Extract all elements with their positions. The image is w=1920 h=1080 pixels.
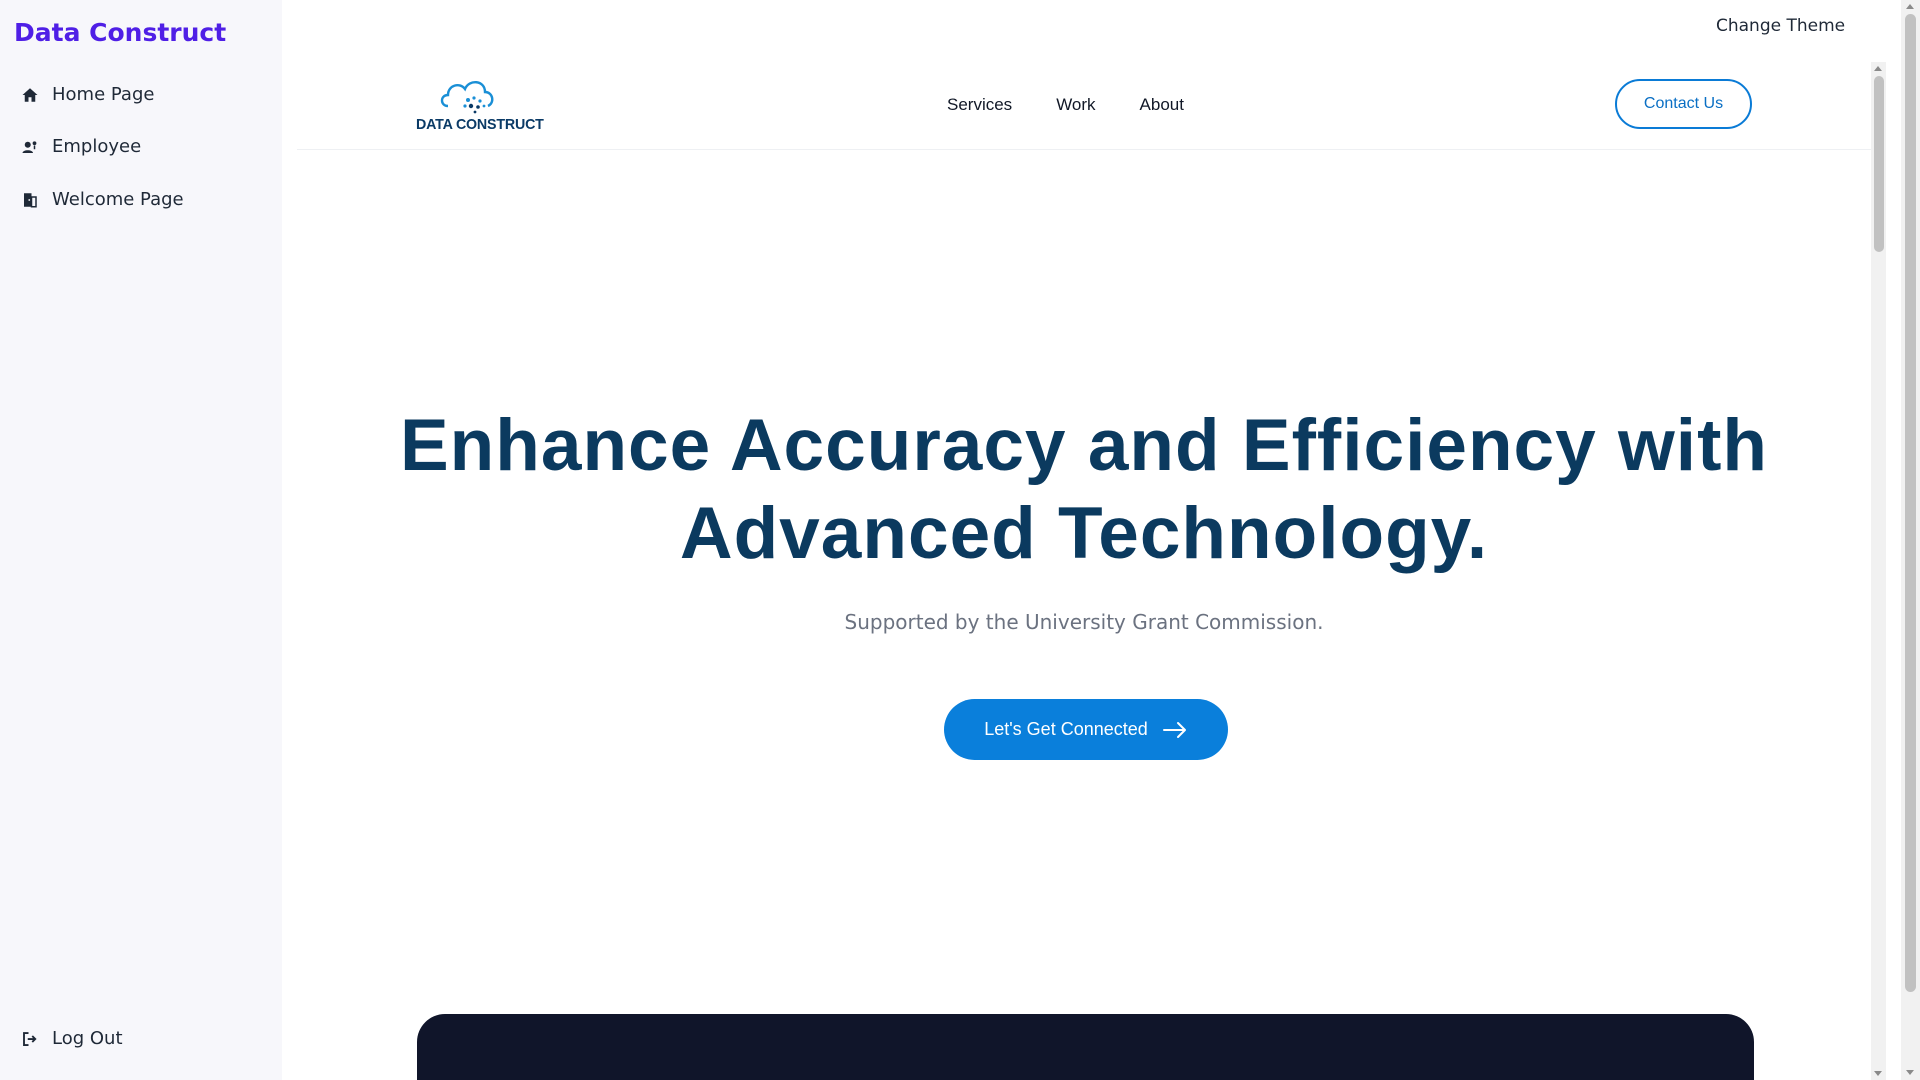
nav-link-services[interactable]: Services bbox=[947, 95, 1012, 115]
content-scroll-thumb[interactable] bbox=[1874, 76, 1884, 252]
cloud-logo-icon bbox=[440, 81, 494, 114]
sidebar-item-label: Welcome Page bbox=[52, 189, 184, 210]
home-icon bbox=[20, 85, 40, 105]
site-header: DATA CONSTRUCT Services Work About Conta… bbox=[297, 62, 1871, 150]
site-logo[interactable]: DATA CONSTRUCT bbox=[416, 76, 544, 136]
door-icon bbox=[20, 190, 40, 210]
contact-us-button[interactable]: Contact Us bbox=[1615, 79, 1752, 129]
nav-link-work[interactable]: Work bbox=[1056, 95, 1095, 115]
scroll-up-arrow-icon[interactable] bbox=[1874, 66, 1882, 71]
dark-section-panel bbox=[417, 1014, 1754, 1080]
main-nav: Services Work About bbox=[947, 95, 1228, 115]
get-connected-button[interactable]: Let's Get Connected bbox=[944, 699, 1228, 760]
page-scroll-down-icon[interactable] bbox=[1906, 1070, 1914, 1075]
logout-icon bbox=[20, 1029, 40, 1049]
logout-button[interactable]: Log Out bbox=[20, 1028, 123, 1049]
employee-icon bbox=[20, 137, 40, 157]
sidebar-item-label: Home Page bbox=[52, 84, 155, 105]
page-scrollbar[interactable] bbox=[1901, 0, 1920, 1080]
sidebar-item-home-page[interactable]: Home Page bbox=[20, 84, 154, 105]
logo-text: DATA CONSTRUCT bbox=[416, 116, 544, 133]
change-theme-button[interactable]: Change Theme bbox=[1716, 16, 1845, 36]
nav-link-about[interactable]: About bbox=[1140, 95, 1184, 115]
brand-title: Data Construct bbox=[14, 18, 227, 47]
hero-subtitle: Supported by the University Grant Commis… bbox=[844, 610, 1324, 634]
arrow-right-icon bbox=[1162, 721, 1186, 738]
sidebar-item-welcome-page[interactable]: Welcome Page bbox=[20, 189, 184, 210]
main-content: DATA CONSTRUCT Services Work About Conta… bbox=[297, 62, 1871, 1080]
page-scroll-up-icon[interactable] bbox=[1906, 4, 1914, 9]
hero-title-line-1: Enhance Accuracy and Efficiency with bbox=[399, 405, 1768, 486]
sidebar-item-employee[interactable]: Employee bbox=[20, 136, 141, 157]
sidebar: Data Construct Home Page Employee Welcom… bbox=[0, 0, 282, 1080]
hero-title: Enhance Accuracy and Efficiency with Adv… bbox=[297, 402, 1871, 578]
content-scrollbar[interactable] bbox=[1871, 62, 1886, 1080]
logout-label: Log Out bbox=[52, 1028, 123, 1049]
scroll-down-arrow-icon[interactable] bbox=[1874, 1071, 1882, 1076]
hero-title-line-2: Advanced Technology. bbox=[679, 493, 1489, 574]
page-scroll-thumb[interactable] bbox=[1905, 14, 1916, 992]
sidebar-item-label: Employee bbox=[52, 136, 142, 157]
cta-label: Let's Get Connected bbox=[984, 719, 1148, 739]
